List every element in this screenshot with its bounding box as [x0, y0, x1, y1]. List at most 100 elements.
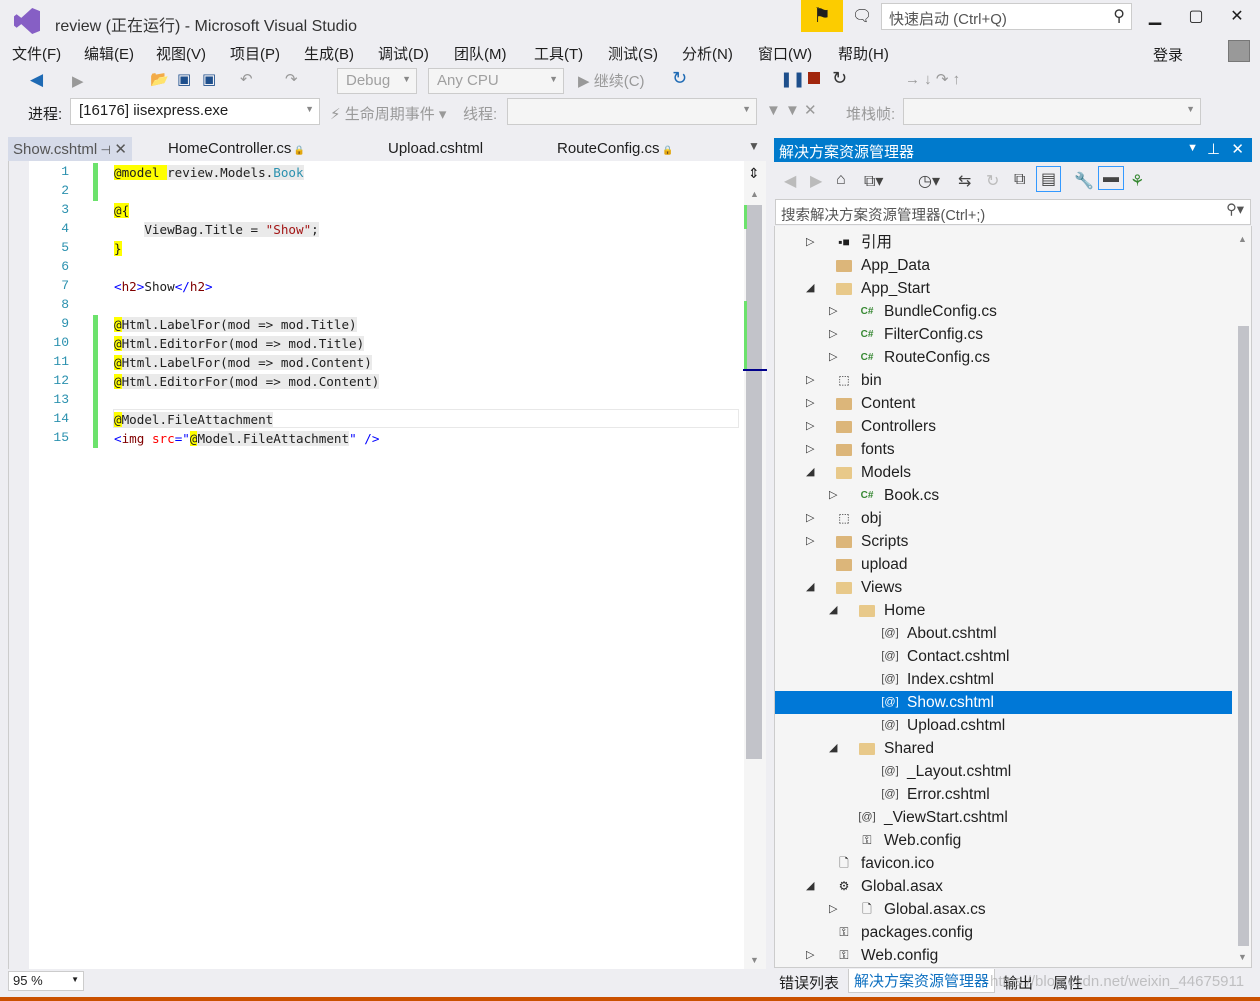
pending-changes-icon[interactable]: ◷▾: [918, 171, 940, 191]
tree-item[interactable]: ▷ C# RouteConfig.cs: [775, 346, 1232, 369]
bottom-tab[interactable]: 解决方案资源管理器: [848, 969, 996, 993]
tab-overflow-icon[interactable]: ▼: [748, 139, 760, 153]
login-link[interactable]: 登录: [1153, 44, 1183, 65]
tree-item[interactable]: ◢ App_Start: [775, 277, 1232, 300]
menu-item[interactable]: 视图(V): [156, 43, 206, 64]
maximize-button[interactable]: ▢: [1181, 6, 1211, 26]
collapsed-arrow-icon[interactable]: ▷: [829, 300, 837, 323]
tree-item[interactable]: [@] Index.cshtml: [775, 668, 1232, 691]
expanded-arrow-icon[interactable]: ◢: [806, 875, 814, 898]
solution-explorer-search[interactable]: 搜索解决方案资源管理器(Ctrl+;) ⚲▾: [775, 199, 1251, 225]
save-all-icon[interactable]: ▣: [202, 70, 216, 88]
scroll-thumb[interactable]: [746, 205, 762, 759]
collapsed-arrow-icon[interactable]: ▷: [829, 323, 837, 346]
tree-item[interactable]: ◢ ⚙ Global.asax: [775, 875, 1232, 898]
close-button[interactable]: ✕: [1222, 6, 1252, 26]
tree-item[interactable]: [@] Upload.cshtml: [775, 714, 1232, 737]
collapsed-arrow-icon[interactable]: ▷: [829, 898, 837, 921]
redo-icon[interactable]: ↷: [285, 70, 298, 88]
tree-item[interactable]: [@] Show.cshtml: [775, 691, 1232, 714]
close-tab-icon[interactable]: ✕: [114, 141, 127, 158]
menu-item[interactable]: 分析(N): [682, 43, 733, 64]
collapsed-arrow-icon[interactable]: ▷: [806, 392, 814, 415]
tree-item[interactable]: [@] Contact.cshtml: [775, 645, 1232, 668]
back-icon[interactable]: ◀: [30, 70, 43, 90]
expanded-arrow-icon[interactable]: ◢: [806, 277, 814, 300]
scroll-up-icon[interactable]: ▲: [750, 189, 759, 199]
menu-item[interactable]: 窗口(W): [758, 43, 812, 64]
preview-icon[interactable]: ▬: [1098, 166, 1124, 190]
minimize-button[interactable]: ▁: [1140, 6, 1170, 26]
quick-launch-input[interactable]: 快速启动 (Ctrl+Q) ⚲: [881, 3, 1132, 30]
menu-item[interactable]: 工具(T): [534, 43, 583, 64]
refresh-icon[interactable]: ↻: [986, 171, 999, 191]
menu-item[interactable]: 调试(D): [378, 43, 429, 64]
collapse-all-icon[interactable]: ⧉: [1014, 171, 1025, 189]
config-select[interactable]: Debug ▼: [337, 68, 417, 94]
zoom-level-select[interactable]: 95 % ▼: [8, 971, 84, 991]
menu-item[interactable]: 团队(M): [454, 43, 507, 64]
tree-item[interactable]: ◢ Models: [775, 461, 1232, 484]
pin-icon[interactable]: ⊣: [97, 143, 114, 157]
home-icon[interactable]: ⌂: [836, 171, 846, 189]
show-all-files-icon[interactable]: ▤: [1036, 166, 1062, 192]
collapsed-arrow-icon[interactable]: ▷: [806, 438, 814, 461]
menu-item[interactable]: 项目(P): [230, 43, 280, 64]
platform-select[interactable]: Any CPU ▼: [428, 68, 564, 94]
bottom-tab[interactable]: 错误列表: [774, 971, 844, 994]
back-icon[interactable]: ◀: [784, 171, 796, 191]
stack-frame-select[interactable]: ▼: [903, 98, 1201, 125]
undo-icon[interactable]: ↶: [240, 70, 253, 88]
tree-item[interactable]: ▷ 🗋 Global.asax.cs: [775, 898, 1232, 921]
menu-item[interactable]: 编辑(E): [84, 43, 134, 64]
tree-item[interactable]: ▷ ▪■ 引用: [775, 231, 1232, 254]
menu-item[interactable]: 文件(F): [12, 43, 61, 64]
thread-select[interactable]: ▼: [507, 98, 757, 125]
dropdown-icon[interactable]: ▼: [1187, 142, 1198, 154]
expanded-arrow-icon[interactable]: ◢: [806, 576, 814, 599]
step-icons[interactable]: → ↓ ↷ ↑: [905, 70, 960, 88]
tab-upload-cshtml[interactable]: Upload.cshtml: [383, 137, 488, 161]
switch-views-icon[interactable]: ⧉▾: [864, 171, 883, 191]
split-icon[interactable]: ⇕: [748, 165, 760, 182]
tree-item[interactable]: 🗋 favicon.ico: [775, 852, 1232, 875]
code-editor[interactable]: @model review.Models.Book @{ ViewBag.Titl…: [8, 161, 767, 969]
pin-icon[interactable]: ⊥: [1207, 140, 1220, 158]
save-icon[interactable]: ▣: [177, 70, 191, 88]
tree-item[interactable]: ◢ Views: [775, 576, 1232, 599]
menu-item[interactable]: 生成(B): [304, 43, 354, 64]
scroll-thumb[interactable]: [1238, 326, 1249, 946]
refresh-icon[interactable]: ↻: [672, 68, 687, 89]
stop-icon[interactable]: [808, 72, 820, 84]
collapsed-arrow-icon[interactable]: ▷: [806, 231, 814, 254]
tree-item[interactable]: ⚿ Web.config: [775, 829, 1232, 852]
menu-item[interactable]: 帮助(H): [838, 43, 889, 64]
tree-scrollbar[interactable]: ▲ ▼: [1236, 226, 1251, 968]
tree-item[interactable]: ▷ Controllers: [775, 415, 1232, 438]
open-folder-icon[interactable]: 📂: [150, 70, 169, 88]
tree-item[interactable]: ▷ Scripts: [775, 530, 1232, 553]
tree-item[interactable]: ◢ Shared: [775, 737, 1232, 760]
tree-item[interactable]: ▷ C# BundleConfig.cs: [775, 300, 1232, 323]
tree-item[interactable]: [@] Error.cshtml: [775, 783, 1232, 806]
sync-icon[interactable]: ⇆: [958, 171, 971, 191]
tree-item[interactable]: [@] _Layout.cshtml: [775, 760, 1232, 783]
tree-item[interactable]: ◢ Home: [775, 599, 1232, 622]
collapsed-arrow-icon[interactable]: ▷: [829, 346, 837, 369]
collapsed-arrow-icon[interactable]: ▷: [806, 369, 814, 392]
collapsed-arrow-icon[interactable]: ▷: [806, 415, 814, 438]
pause-icon[interactable]: ❚❚: [780, 70, 805, 88]
avatar[interactable]: [1228, 40, 1250, 62]
lifecycle-events-button[interactable]: ⚡ 生命周期事件 ▾: [330, 103, 446, 124]
tab-show-cshtml[interactable]: Show.cshtml ⊣ ✕: [8, 137, 132, 161]
collapsed-arrow-icon[interactable]: ▷: [806, 944, 814, 967]
process-select[interactable]: [16176] iisexpress.exe ▼: [70, 98, 320, 125]
tab-homecontroller-cs[interactable]: HomeController.cs 🔒: [163, 137, 310, 161]
tree-item[interactable]: ▷ C# Book.cs: [775, 484, 1232, 507]
collapsed-arrow-icon[interactable]: ▷: [806, 530, 814, 553]
continue-button[interactable]: ▶ 继续(C): [578, 70, 645, 91]
class-diagram-icon[interactable]: ⚘: [1130, 171, 1144, 191]
scroll-down-icon[interactable]: ▼: [1238, 952, 1247, 962]
tree-item[interactable]: ▷ fonts: [775, 438, 1232, 461]
tree-item[interactable]: [@] About.cshtml: [775, 622, 1232, 645]
